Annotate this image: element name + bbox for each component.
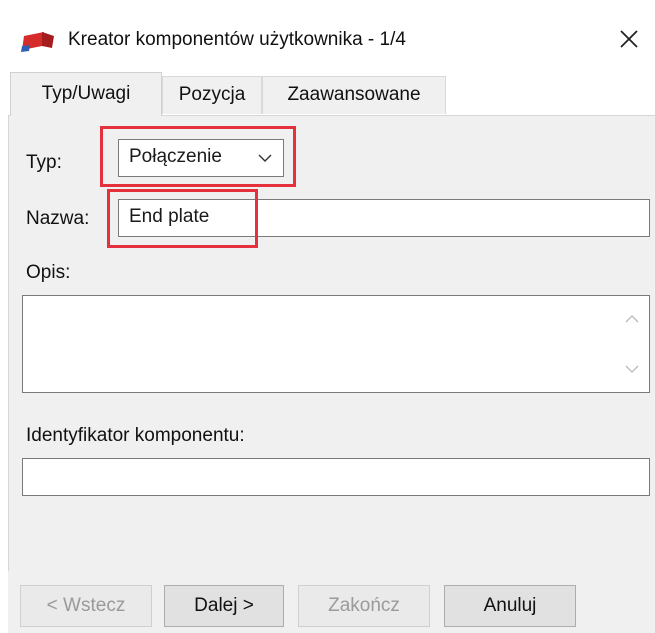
type-label: Typ: (26, 152, 62, 173)
identifier-field[interactable] (22, 458, 650, 496)
cancel-button-label: Anuluj (483, 595, 537, 616)
finish-button-label: Zakończ (328, 595, 400, 616)
wizard-window: Kreator komponentów użytkownika - 1/4 Ty… (0, 0, 655, 633)
finish-button[interactable]: Zakończ (298, 585, 430, 627)
type-select[interactable]: Połączenie (118, 139, 284, 177)
tab-label: Typ/Uwagi (41, 83, 131, 104)
type-select-value: Połączenie (129, 146, 222, 167)
tab-typ-uwagi[interactable]: Typ/Uwagi (10, 72, 162, 116)
tab-label: Zaawansowane (287, 84, 421, 105)
next-button[interactable]: Dalej > (164, 585, 284, 627)
name-field[interactable]: End plate (118, 199, 650, 237)
cancel-button[interactable]: Anuluj (444, 585, 576, 627)
next-button-label: Dalej > (194, 595, 254, 616)
scroll-up-icon[interactable] (623, 310, 641, 328)
tab-pozycja[interactable]: Pozycja (162, 76, 262, 114)
scroll-down-icon[interactable] (623, 360, 641, 378)
tab-zaawansowane[interactable]: Zaawansowane (262, 76, 446, 114)
window-title: Kreator komponentów użytkownika - 1/4 (68, 29, 406, 50)
back-button[interactable]: < Wstecz (20, 585, 152, 627)
title-bar: Kreator komponentów użytkownika - 1/4 (0, 0, 655, 70)
description-field[interactable] (22, 295, 650, 393)
close-icon[interactable] (612, 22, 646, 56)
name-label: Nazwa: (26, 208, 90, 229)
name-field-value: End plate (129, 206, 210, 227)
chevron-down-icon (258, 154, 272, 162)
back-button-label: < Wstecz (46, 595, 126, 616)
tab-label: Pozycja (178, 84, 246, 105)
app-logo-icon (21, 32, 54, 52)
description-label: Opis: (26, 262, 71, 283)
identifier-label: Identyfikator komponentu: (26, 425, 245, 446)
